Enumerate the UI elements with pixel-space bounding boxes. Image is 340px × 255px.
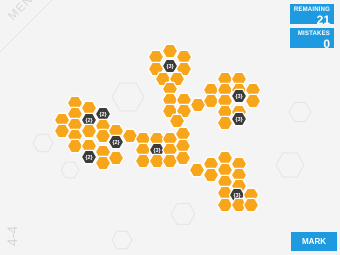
hex-shape xyxy=(242,197,260,213)
hex-cell-hidden[interactable] xyxy=(202,93,220,109)
remaining-value: 21 xyxy=(316,13,330,27)
hex-shape xyxy=(174,138,192,154)
hex-shape xyxy=(168,113,186,129)
background-hex xyxy=(170,203,196,225)
hex-cell-hidden[interactable] xyxy=(161,43,179,59)
hex-shape xyxy=(174,126,192,142)
hex-cell-hidden[interactable] xyxy=(80,100,98,116)
hex-cell-revealed: {2} xyxy=(94,106,112,122)
background-hex xyxy=(32,133,54,153)
hex-cell-hidden[interactable] xyxy=(80,123,98,139)
cell-clue-label: {2} xyxy=(85,155,93,161)
hex-cell-hidden[interactable] xyxy=(134,153,152,169)
hex-cell-revealed: {3} xyxy=(230,111,248,127)
cell-clue-label: {3} xyxy=(153,148,161,154)
hex-cell-hidden[interactable] xyxy=(175,49,193,65)
hex-shape xyxy=(216,115,234,131)
hex-cell-hidden[interactable] xyxy=(66,138,84,154)
hex-shape xyxy=(216,197,234,213)
hex-cell-revealed: {3} xyxy=(230,88,248,104)
hex-shape xyxy=(134,153,152,169)
hex-cell-revealed: {2} xyxy=(107,134,125,150)
hex-cell-hidden[interactable] xyxy=(188,162,206,178)
hex-shape xyxy=(121,128,139,144)
mark-button[interactable]: MARK xyxy=(291,232,337,251)
cell-clue-label: {3} xyxy=(235,117,243,123)
remaining-panel: REMAINING 21 xyxy=(290,4,334,27)
hex-shape xyxy=(161,43,179,59)
background-hex xyxy=(275,152,305,178)
hex-cell-hidden[interactable] xyxy=(161,153,179,169)
hex-shape xyxy=(216,150,234,166)
background-hex xyxy=(288,102,312,122)
hex-shape xyxy=(107,150,125,166)
cell-clue-label: {2} xyxy=(99,112,107,118)
mistakes-value: 0 xyxy=(323,37,330,51)
hex-shape xyxy=(175,49,193,65)
hex-cell-hidden[interactable] xyxy=(174,150,192,166)
hex-shape xyxy=(161,153,179,169)
hex-cell-hidden[interactable] xyxy=(174,138,192,154)
hex-cell-hidden[interactable] xyxy=(168,113,186,129)
hex-cell-hidden[interactable] xyxy=(216,162,234,178)
hex-shape xyxy=(147,49,165,65)
hex-cell-hidden[interactable] xyxy=(244,93,262,109)
hex-cell-hidden[interactable] xyxy=(107,150,125,166)
cell-clue-label: {3} xyxy=(166,64,174,70)
cell-clue-label: {2} xyxy=(85,118,93,124)
hex-cell-hidden[interactable] xyxy=(147,49,165,65)
hex-cell-hidden[interactable] xyxy=(242,197,260,213)
cell-clue-label: {2} xyxy=(112,140,120,146)
hex-shape xyxy=(216,162,234,178)
hex-cell-hidden[interactable] xyxy=(216,197,234,213)
hex-shape xyxy=(80,123,98,139)
game-board: {3}{3}{3}{2}{2}{2}{2}{3}{3} xyxy=(0,0,312,250)
hex-cell-hidden[interactable] xyxy=(216,115,234,131)
hex-cell-revealed: {3} xyxy=(161,58,179,74)
hex-shape xyxy=(244,93,262,109)
cell-clue-label: {3} xyxy=(235,94,243,100)
level-indicator: 4-4 xyxy=(4,225,21,247)
hex-cell-hidden[interactable] xyxy=(216,150,234,166)
hex-cell-hidden[interactable] xyxy=(202,167,220,183)
hex-shape xyxy=(188,162,206,178)
hex-shape xyxy=(80,100,98,116)
hex-shape xyxy=(174,150,192,166)
hex-shape xyxy=(202,167,220,183)
hex-shape xyxy=(202,93,220,109)
mistakes-panel: MISTAKES 0 xyxy=(290,28,334,51)
background-hex xyxy=(111,82,145,112)
background-hex xyxy=(111,230,133,250)
hex-cells: {3}{3}{3}{2}{2}{2}{2}{3}{3} xyxy=(53,43,262,213)
hex-cell-hidden[interactable] xyxy=(174,126,192,142)
hex-cell-revealed: {2} xyxy=(80,149,98,165)
background-hex xyxy=(60,161,80,179)
hex-shape xyxy=(66,138,84,154)
hex-cell-hidden[interactable] xyxy=(121,128,139,144)
